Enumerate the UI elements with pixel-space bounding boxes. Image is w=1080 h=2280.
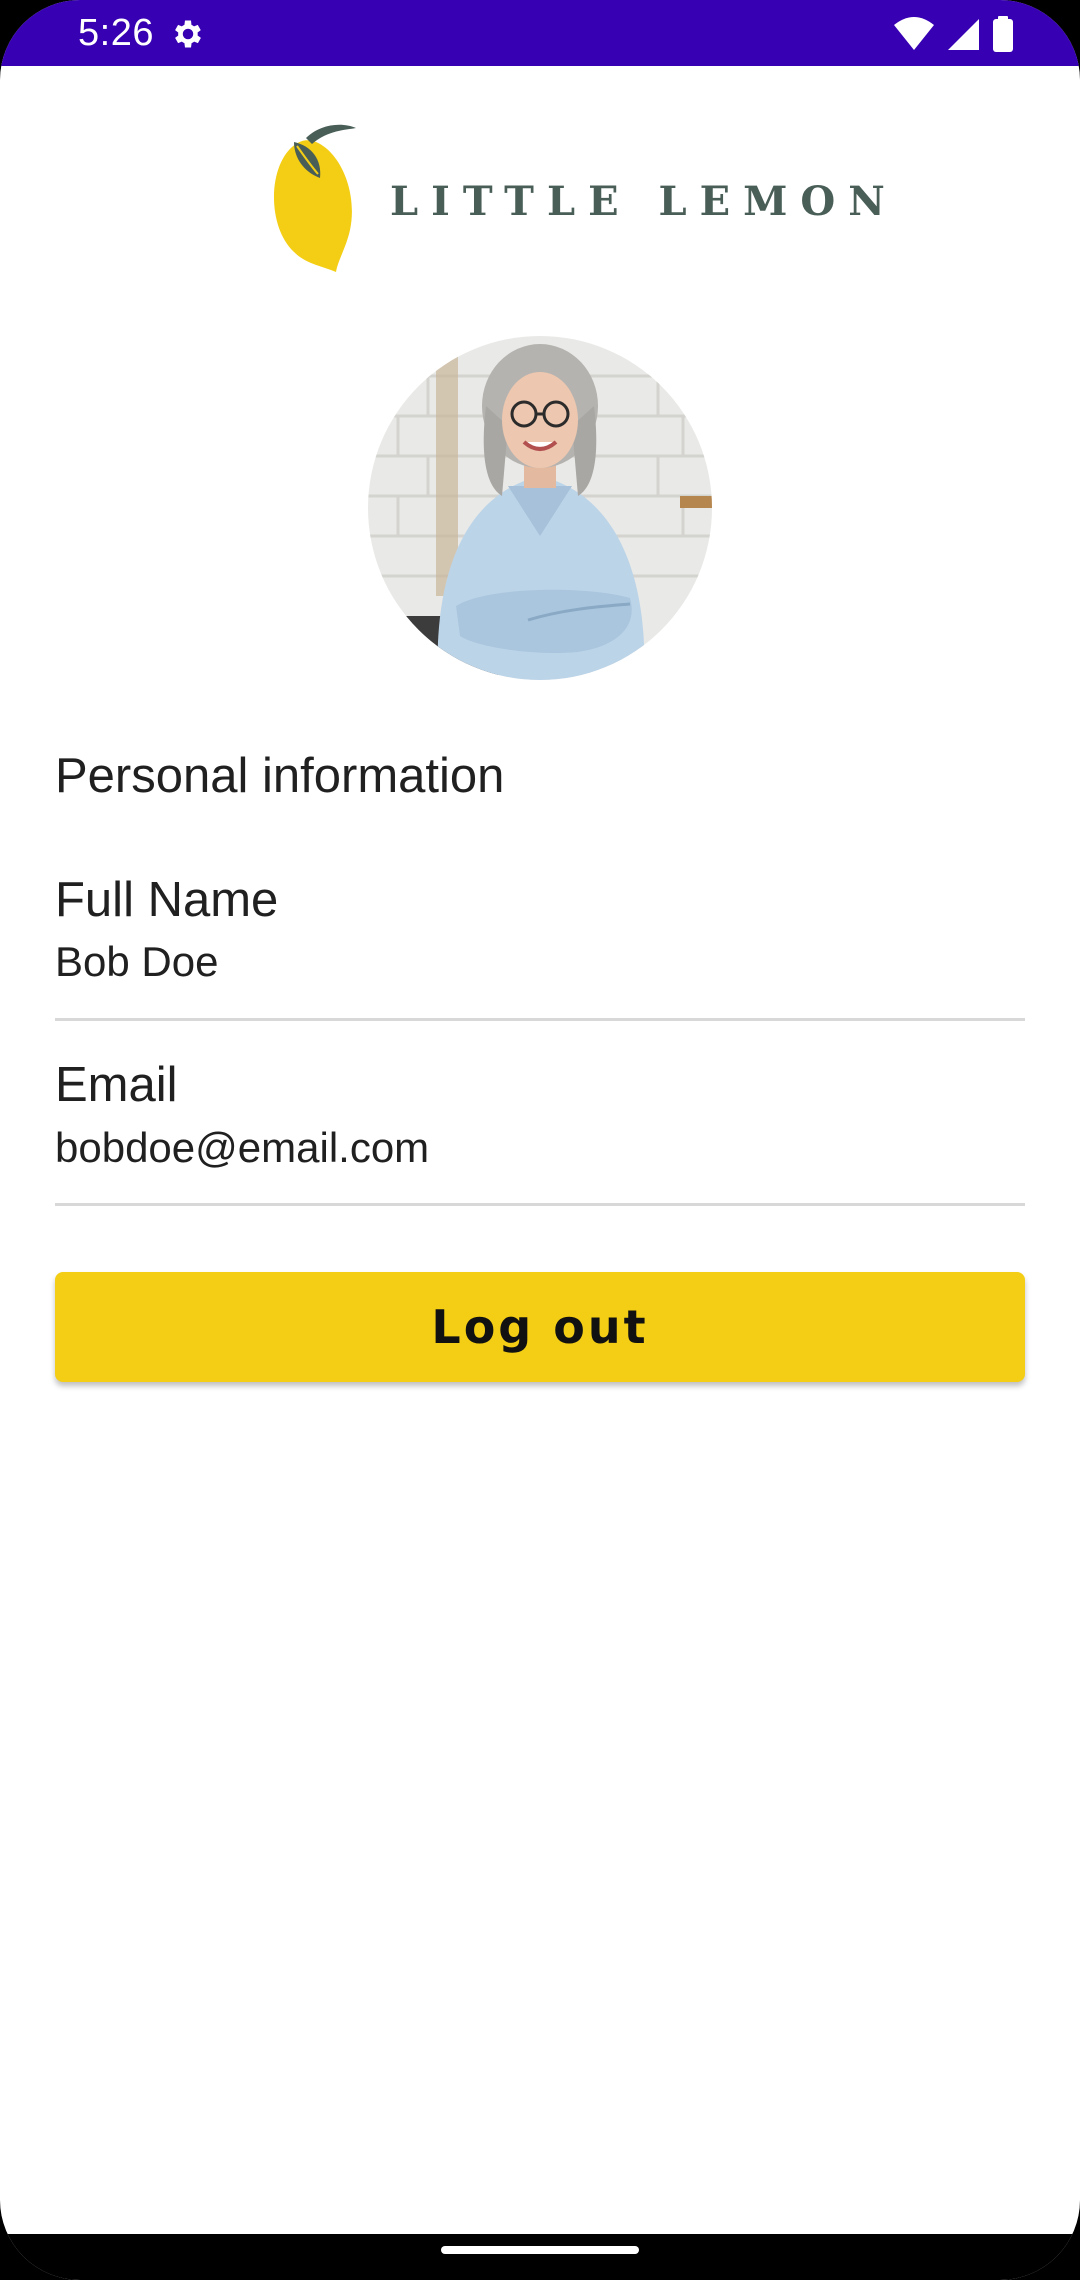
full-name-divider (55, 1018, 1025, 1021)
email-value: bobdoe@email.com (55, 1124, 430, 1171)
cell-signal-icon (948, 19, 979, 50)
status-icons (894, 16, 1014, 52)
settings-gear-icon (175, 20, 201, 48)
email-divider (55, 1203, 1025, 1206)
email-label: Email (55, 1058, 178, 1112)
navigation-bar (0, 2234, 1080, 2280)
wifi-icon (894, 17, 934, 50)
section-title-personal-info: Personal information (55, 749, 505, 803)
full-name-label: Full Name (55, 873, 279, 927)
profile-avatar (368, 336, 712, 680)
logo-text: LITTLE LEMON (390, 178, 898, 225)
profile-screen: 5:26 LITTLE LEMON Personal information F… (0, 0, 1080, 2280)
status-time: 5:26 (78, 12, 154, 54)
full-name-value: Bob Doe (55, 938, 219, 985)
status-bar: 5:26 (0, 0, 1080, 66)
battery-icon (993, 16, 1013, 52)
logout-button[interactable]: Log out (55, 1272, 1025, 1382)
lemon-icon (273, 124, 356, 272)
little-lemon-logo: LITTLE LEMON (266, 120, 885, 280)
home-gesture-handle[interactable] (441, 2246, 639, 2254)
